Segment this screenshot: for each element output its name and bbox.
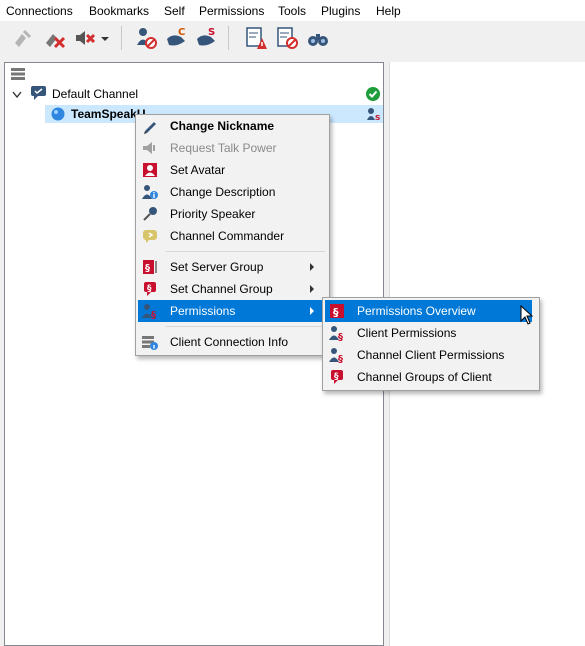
menu-connections[interactable]: Connections bbox=[6, 4, 73, 18]
change-nickname-item[interactable]: Change Nickname bbox=[138, 115, 326, 137]
pencil-icon bbox=[142, 118, 158, 134]
channel-group-icon: § bbox=[142, 281, 158, 297]
disconnect-icon[interactable] bbox=[43, 25, 67, 51]
permissions-item[interactable]: § Permissions bbox=[138, 300, 322, 322]
submenu-arrow-icon bbox=[310, 285, 314, 293]
mute-speakers-icon[interactable] bbox=[73, 25, 97, 51]
priority-speaker-icon[interactable]: S bbox=[195, 25, 219, 51]
svg-text:C: C bbox=[178, 27, 185, 38]
connect-icon[interactable] bbox=[10, 25, 34, 51]
request-talk-power-item[interactable]: Request Talk Power bbox=[138, 137, 326, 159]
channel-client-permissions-item[interactable]: § Channel Client Permissions bbox=[325, 344, 532, 366]
talk-power-icon bbox=[142, 140, 158, 156]
client-status-icon bbox=[51, 107, 65, 124]
context-menu: Change Nickname Request Talk Power Set A… bbox=[135, 114, 330, 356]
toolbar: C S bbox=[0, 21, 585, 57]
submenu-arrow-icon bbox=[310, 307, 314, 315]
svg-text:§: § bbox=[338, 332, 343, 341]
set-server-group-item[interactable]: § Set Server Group bbox=[138, 256, 326, 278]
channel-commander-item[interactable]: Channel Commander bbox=[138, 225, 326, 247]
channel-client-permissions-icon: § bbox=[329, 347, 345, 365]
channel-commander-icon[interactable]: C bbox=[165, 25, 189, 51]
binoculars-icon[interactable] bbox=[306, 25, 330, 51]
menu-permissions[interactable]: Permissions bbox=[199, 4, 264, 18]
permissions-submenu: § Permissions Overview § Client Permissi… bbox=[322, 297, 540, 391]
priority-speaker-item[interactable]: Priority Speaker bbox=[138, 203, 326, 225]
svg-text:§: § bbox=[145, 263, 150, 274]
set-channel-group-item[interactable]: § Set Channel Group bbox=[138, 278, 326, 300]
set-avatar-item[interactable]: Set Avatar bbox=[138, 159, 326, 181]
client-permissions-icon: § bbox=[329, 325, 345, 343]
chevron-down-icon[interactable] bbox=[12, 88, 22, 102]
svg-text:§: § bbox=[147, 284, 152, 294]
server-group-icon: § bbox=[142, 259, 158, 275]
svg-text:S: S bbox=[208, 27, 215, 38]
connection-info-icon bbox=[142, 334, 158, 350]
permissions-overview-icon: § bbox=[329, 303, 345, 319]
user-permissions-icon: § bbox=[142, 303, 158, 321]
warning-list-icon[interactable] bbox=[244, 25, 268, 51]
svg-text:s: s bbox=[375, 113, 380, 121]
menu-help[interactable]: Help bbox=[376, 4, 401, 18]
client-connection-info-item[interactable]: Client Connection Info bbox=[138, 331, 326, 353]
mouse-cursor-icon bbox=[520, 304, 534, 328]
channel-icon bbox=[31, 86, 46, 103]
server-group-icon: s bbox=[367, 107, 381, 124]
user-info-icon bbox=[142, 184, 158, 200]
server-icon[interactable] bbox=[11, 68, 25, 83]
menu-tools[interactable]: Tools bbox=[278, 4, 306, 18]
submenu-arrow-icon bbox=[310, 263, 314, 271]
microphone-icon bbox=[142, 206, 158, 222]
change-description-item[interactable]: Change Description bbox=[138, 181, 326, 203]
away-icon[interactable] bbox=[134, 25, 158, 51]
channel-groups-of-client-item[interactable]: § Channel Groups of Client bbox=[325, 366, 532, 388]
svg-text:§: § bbox=[338, 354, 343, 363]
permissions-overview-item[interactable]: § Permissions Overview bbox=[325, 300, 532, 322]
avatar-icon bbox=[142, 162, 158, 178]
channel-group-icon: § bbox=[329, 369, 345, 385]
chevron-down-icon[interactable] bbox=[99, 25, 111, 51]
menu-plugins[interactable]: Plugins bbox=[321, 4, 360, 18]
svg-text:§: § bbox=[151, 310, 156, 319]
menu-bar: Connections Bookmarks Self Permissions T… bbox=[0, 0, 585, 21]
svg-text:§: § bbox=[333, 306, 339, 319]
client-permissions-item[interactable]: § Client Permissions bbox=[325, 322, 532, 344]
menu-self[interactable]: Self bbox=[164, 4, 185, 18]
menu-bookmarks[interactable]: Bookmarks bbox=[89, 4, 149, 18]
check-icon bbox=[366, 87, 380, 104]
channel-name[interactable]: Default Channel bbox=[52, 87, 138, 101]
commander-icon bbox=[142, 228, 158, 244]
ban-list-icon[interactable] bbox=[275, 25, 299, 51]
svg-text:§: § bbox=[334, 372, 339, 382]
